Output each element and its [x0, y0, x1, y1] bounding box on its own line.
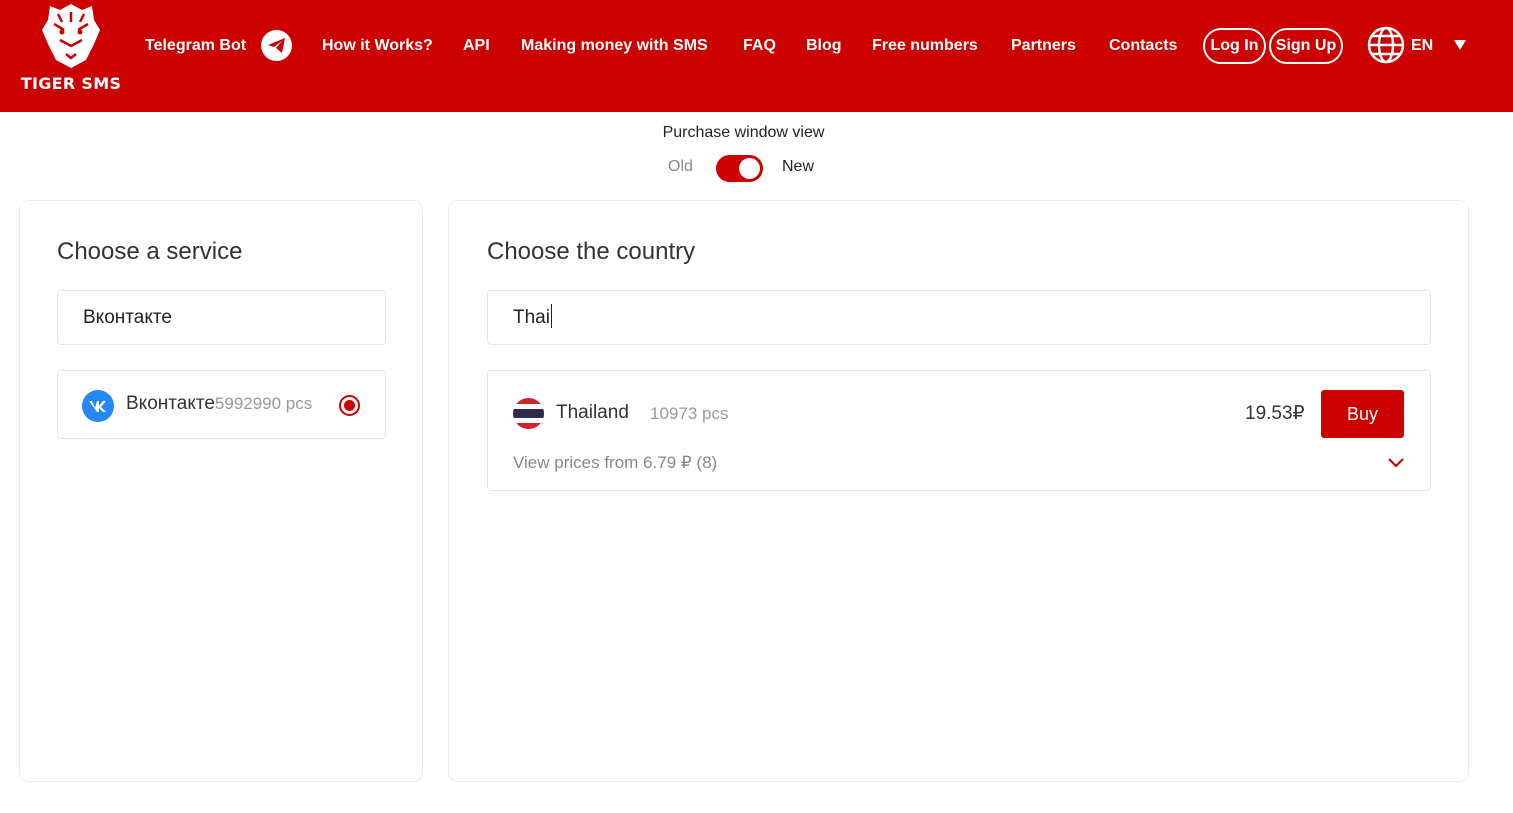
vk-icon: [82, 390, 114, 422]
language-selector[interactable]: EN: [1411, 34, 1433, 58]
country-search-value: Thai: [513, 307, 550, 328]
site-header: TIGER SMS Telegram Bot How it Works? API…: [0, 0, 1513, 112]
view-option-new[interactable]: New: [782, 158, 814, 176]
view-option-old[interactable]: Old: [668, 158, 693, 176]
text-cursor: [550, 303, 552, 328]
nav-contacts[interactable]: Contacts: [1109, 34, 1177, 58]
nav-faq[interactable]: FAQ: [743, 34, 776, 58]
telegram-icon[interactable]: [261, 30, 292, 61]
country-count: 10973 pcs: [650, 404, 729, 423]
caret-down-icon[interactable]: [1452, 38, 1468, 52]
nav-partners[interactable]: Partners: [1011, 34, 1076, 58]
nav-blog[interactable]: Blog: [806, 34, 842, 58]
buy-button[interactable]: Buy: [1321, 390, 1404, 438]
view-prices-link[interactable]: View prices from 6.79 ₽ (8): [513, 453, 717, 473]
logo[interactable]: TIGER SMS: [18, 0, 124, 100]
nav-api[interactable]: API: [463, 34, 490, 58]
service-name-text: Вконтакте: [126, 393, 215, 414]
nav-making-money[interactable]: Making money with SMS: [521, 34, 708, 58]
service-panel: Choose a service Вконтакте Вконтакте5992…: [19, 200, 423, 782]
globe-icon[interactable]: [1367, 26, 1405, 64]
country-panel-title: Choose the country: [487, 238, 696, 265]
toggle-knob: [739, 158, 760, 179]
country-name: Thailand: [556, 402, 629, 423]
nav-how-it-works[interactable]: How it Works?: [322, 34, 433, 58]
login-button[interactable]: Log In: [1203, 28, 1266, 64]
country-price: 19.53₽: [1245, 403, 1305, 424]
nav-telegram-bot[interactable]: Telegram Bot: [145, 34, 246, 58]
service-name: Вконтакте5992990 pcs: [126, 393, 312, 415]
logo-text: TIGER SMS: [20, 74, 122, 93]
service-list-item[interactable]: Вконтакте5992990 pcs: [57, 370, 386, 439]
service-count: 5992990 pcs: [214, 394, 313, 413]
thailand-flag-icon: [513, 398, 544, 429]
country-search-input[interactable]: Thai: [487, 290, 1431, 345]
nav-free-numbers[interactable]: Free numbers: [872, 34, 978, 58]
radio-dot: [344, 400, 355, 411]
view-toggle-switch[interactable]: [716, 155, 763, 182]
signup-button[interactable]: Sign Up: [1269, 28, 1343, 64]
service-panel-title: Choose a service: [57, 238, 243, 265]
service-search-input[interactable]: Вконтакте: [57, 290, 386, 345]
country-panel: Choose the country Thai Thailand 10973 p…: [448, 200, 1469, 782]
service-radio[interactable]: [339, 395, 360, 416]
tiger-logo-icon: [42, 4, 100, 68]
country-list-item[interactable]: Thailand 10973 pcs 19.53₽ Buy View price…: [487, 370, 1431, 491]
chevron-down-icon[interactable]: [1387, 455, 1405, 469]
purchase-view-label: Purchase window view: [662, 124, 825, 141]
